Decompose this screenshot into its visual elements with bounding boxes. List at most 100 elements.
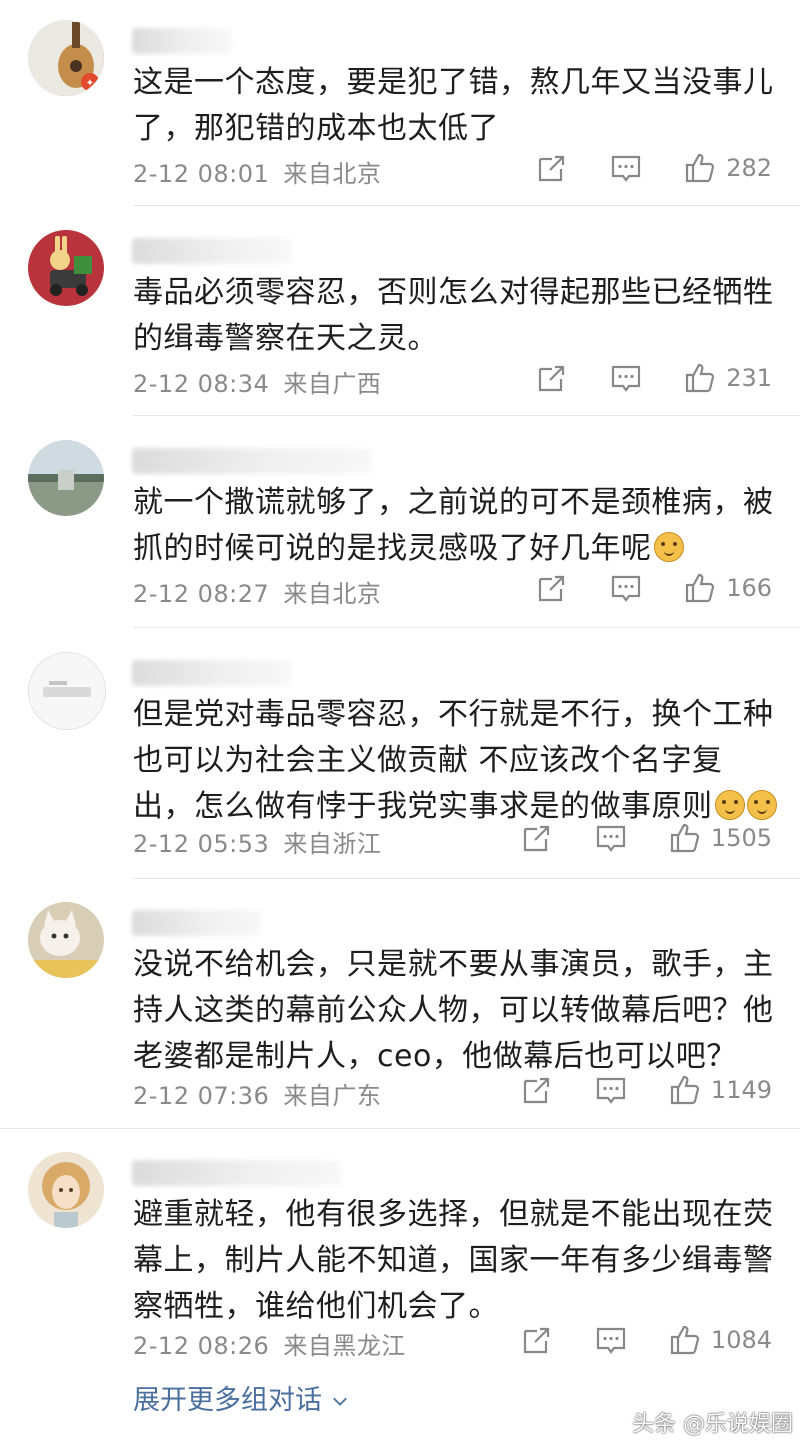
- like-button[interactable]: 231: [684, 362, 772, 394]
- like-count: 166: [726, 574, 772, 602]
- comment-button[interactable]: [595, 1324, 627, 1356]
- timestamp: 2-12 08:01: [133, 160, 270, 188]
- comment-icon: [596, 1077, 626, 1104]
- thumbs-up-icon: [670, 823, 700, 853]
- comment-actions: 1505: [521, 822, 772, 854]
- comment-actions: 166: [536, 572, 772, 604]
- avatar[interactable]: ✦: [28, 20, 104, 96]
- thumbs-up-icon: [686, 153, 715, 183]
- username-blurred[interactable]: [132, 1160, 342, 1186]
- like-count: 231: [726, 364, 772, 392]
- comment-icon: [612, 155, 641, 182]
- svg-text:✦: ✦: [86, 78, 94, 89]
- comment-text: 避重就轻，他有很多选择，但就是不能出现在荧幕上，制片人能不知道，国家一年有多少缉…: [133, 1197, 774, 1324]
- username-blurred[interactable]: [132, 660, 292, 686]
- expand-more-conversations-link[interactable]: 展开更多组对话: [133, 1378, 349, 1417]
- avatar[interactable]: [28, 902, 104, 978]
- like-count: 1505: [710, 824, 772, 852]
- divider: [133, 205, 800, 206]
- portrait-avatar-image: [28, 1152, 104, 1228]
- location: 来自广西: [283, 370, 382, 398]
- thumbs-up-icon: [670, 1075, 700, 1105]
- logo-avatar-image: [29, 653, 105, 729]
- comment-button[interactable]: [610, 572, 642, 604]
- cat-avatar-image: [28, 902, 104, 978]
- thumbs-up-icon: [670, 1325, 700, 1355]
- dog-emoji-icon: [653, 532, 684, 562]
- timestamp: 2-12 05:53: [133, 830, 270, 858]
- share-button[interactable]: [536, 572, 568, 604]
- like-button[interactable]: 282: [684, 152, 772, 184]
- location: 来自北京: [283, 160, 382, 188]
- share-icon: [539, 575, 565, 602]
- share-icon: [523, 1077, 550, 1104]
- dog-emoji-icon: [746, 790, 777, 820]
- expand-label: 展开更多组对话: [133, 1385, 322, 1416]
- location: 来自广东: [283, 1082, 382, 1110]
- comment-text: 没说不给机会，只是就不要从事演员，歌手，主持人这类的幕前公众人物，可以转做幕后吧…: [133, 947, 774, 1074]
- timestamp: 2-12 08:34: [133, 370, 270, 398]
- chevron-down-icon: [332, 1397, 347, 1406]
- comment-button[interactable]: [610, 152, 642, 184]
- share-icon: [523, 1327, 550, 1354]
- comment-icon: [612, 365, 641, 392]
- like-button[interactable]: 166: [684, 572, 772, 604]
- username-blurred[interactable]: [132, 448, 372, 474]
- comment-meta: 2-12 07:36 来自广东: [133, 1076, 381, 1111]
- divider: [0, 1128, 800, 1129]
- comment-actions: 1084: [521, 1324, 772, 1356]
- share-button[interactable]: [521, 822, 553, 854]
- watermark: 头条 @乐说娱圈: [632, 1412, 793, 1437]
- like-count: 282: [726, 154, 772, 182]
- comment-actions: 1149: [521, 1074, 772, 1106]
- like-button[interactable]: 1505: [669, 822, 772, 854]
- comment-meta: 2-12 08:01 来自北京: [133, 154, 381, 189]
- comment-text-content: 但是党对毒品零容忍，不行就是不行，换个工种也可以为社会主义做贡献 不应该改个名字…: [133, 697, 774, 824]
- timestamp: 2-12 08:27: [133, 580, 270, 608]
- comment-button[interactable]: [595, 822, 627, 854]
- share-button[interactable]: [521, 1074, 553, 1106]
- comment-meta: 2-12 08:26 来自黑龙江: [133, 1326, 406, 1361]
- comment-text: 但是党对毒品零容忍，不行就是不行，换个工种也可以为社会主义做贡献 不应该改个名字…: [133, 692, 783, 830]
- username-blurred[interactable]: [132, 910, 262, 936]
- username-blurred[interactable]: [132, 28, 232, 54]
- share-icon: [523, 825, 550, 852]
- dog-emoji-icon: [714, 790, 745, 820]
- comment-icon: [596, 1327, 626, 1354]
- share-icon: [539, 365, 565, 392]
- avatar[interactable]: [28, 440, 104, 516]
- like-count: 1084: [710, 1326, 772, 1354]
- username-blurred[interactable]: [132, 238, 292, 264]
- guitar-avatar-image: ✦: [28, 20, 104, 96]
- landscape-avatar-image: [28, 440, 104, 516]
- thumbs-up-icon: [686, 363, 715, 393]
- comment-icon: [596, 825, 626, 852]
- comment-text: 毒品必须零容忍，否则怎么对得起那些已经牺牲的缉毒警察在天之灵。: [133, 275, 774, 356]
- share-button[interactable]: [536, 362, 568, 394]
- share-button[interactable]: [536, 152, 568, 184]
- avatar[interactable]: [28, 1152, 104, 1228]
- avatar[interactable]: [28, 230, 104, 306]
- comment-meta: 2-12 08:27 来自北京: [133, 574, 381, 609]
- timestamp: 2-12 08:26: [133, 1332, 270, 1360]
- divider: [133, 415, 800, 416]
- like-button[interactable]: 1149: [669, 1074, 772, 1106]
- like-count: 1149: [710, 1076, 772, 1104]
- like-button[interactable]: 1084: [669, 1324, 772, 1356]
- comment-actions: 231: [536, 362, 772, 394]
- thumbs-up-icon: [686, 573, 715, 603]
- comment-button[interactable]: [610, 362, 642, 394]
- comment-button[interactable]: [595, 1074, 627, 1106]
- comment-meta: 2-12 05:53 来自浙江: [133, 824, 381, 859]
- avatar[interactable]: [28, 652, 106, 730]
- share-button[interactable]: [521, 1324, 553, 1356]
- location: 来自浙江: [283, 830, 382, 858]
- comment-actions: 282: [536, 152, 772, 184]
- location: 来自北京: [283, 580, 382, 608]
- timestamp: 2-12 07:36: [133, 1082, 270, 1110]
- comment-text: 就一个撒谎就够了，之前说的可不是颈椎病，被抓的时候可说的是找灵感吸了好几年呢: [133, 480, 783, 572]
- rabbit-avatar-image: [28, 230, 104, 306]
- comment-meta: 2-12 08:34 来自广西: [133, 364, 381, 399]
- comment-icon: [612, 575, 641, 602]
- location: 来自黑龙江: [283, 1332, 406, 1360]
